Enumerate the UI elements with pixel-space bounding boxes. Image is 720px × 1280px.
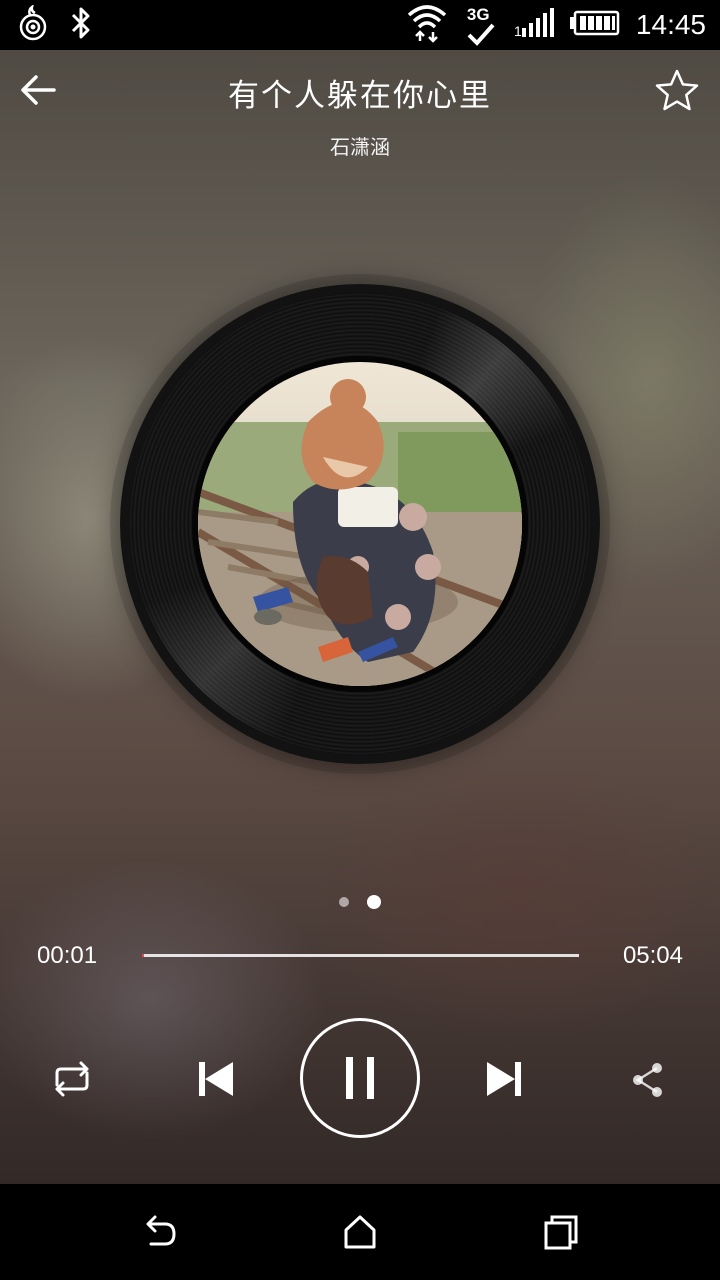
player-header: 有个人躲在你心里 — [0, 60, 720, 120]
favorite-button[interactable] — [654, 68, 700, 114]
clock: 14:45 — [635, 9, 706, 40]
bluetooth-icon — [70, 6, 92, 44]
share-icon — [633, 1063, 662, 1097]
page-dot-2-active[interactable] — [367, 895, 381, 909]
album-cover — [192, 356, 528, 692]
wifi-icon — [406, 3, 448, 47]
share-button[interactable] — [630, 1060, 666, 1100]
recents-icon — [544, 1215, 578, 1250]
repeat-button[interactable] — [44, 1056, 100, 1102]
app-notification-icon — [18, 3, 48, 45]
battery-icon — [569, 10, 620, 40]
page-dot-1[interactable] — [339, 897, 349, 907]
vinyl-record[interactable] — [120, 284, 600, 764]
system-nav-bar — [0, 1184, 720, 1280]
previous-button[interactable] — [192, 1056, 238, 1102]
svg-text:1: 1 — [514, 23, 522, 38]
current-time: 00:01 — [37, 942, 98, 969]
signal-icon: 1 — [514, 8, 554, 42]
network-3g-icon: 3G — [464, 3, 498, 47]
home-icon — [344, 1215, 376, 1249]
nav-back-button[interactable] — [139, 1212, 179, 1252]
pause-icon — [346, 1057, 374, 1099]
nav-home-button[interactable] — [340, 1212, 380, 1252]
page-indicator — [0, 895, 720, 909]
total-time: 05:04 — [622, 942, 683, 969]
album-cover-image — [198, 362, 522, 686]
star-icon — [655, 69, 699, 111]
previous-icon — [199, 1062, 233, 1096]
seek-bar[interactable] — [142, 954, 579, 957]
artist-name: 石潇涵 — [330, 135, 390, 159]
song-title: 有个人躲在你心里 — [228, 78, 492, 114]
play-pause-button[interactable] — [300, 1018, 420, 1138]
seek-bar-progress — [142, 954, 144, 957]
next-button[interactable] — [482, 1056, 528, 1102]
nav-recents-button[interactable] — [541, 1212, 581, 1252]
status-bar: 3G 1 14:45 — [0, 0, 720, 50]
back-icon — [146, 1215, 176, 1246]
next-icon — [487, 1062, 521, 1096]
repeat-icon — [55, 1061, 89, 1097]
